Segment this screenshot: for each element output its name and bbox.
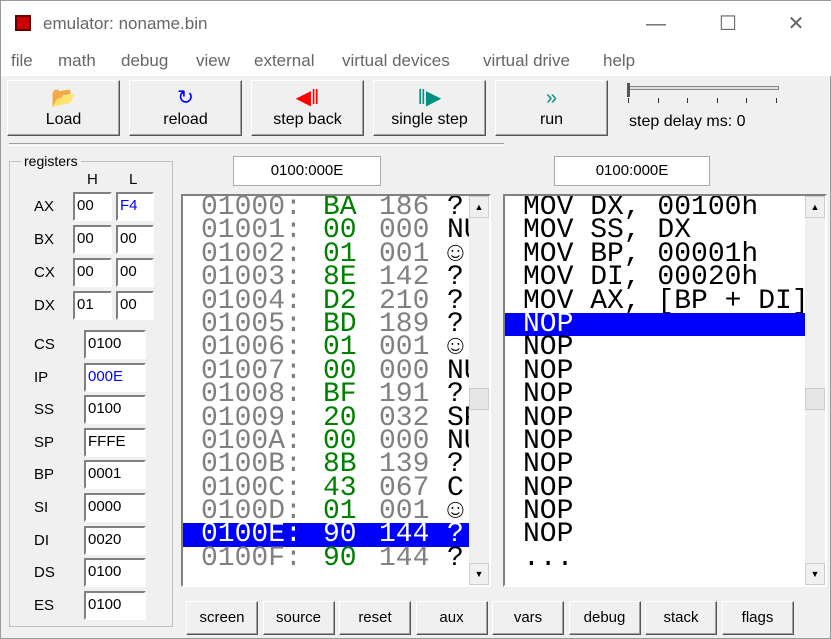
decimal-value: 144 <box>379 542 430 574</box>
memory-scrollbar[interactable]: ▲ ▼ <box>469 196 489 585</box>
menu-virtual-devices[interactable]: virtual devices <box>342 51 450 71</box>
disasm-scrollbar[interactable]: ▲ ▼ <box>805 196 825 585</box>
bp-field[interactable]: 0001 <box>84 460 146 490</box>
hex-value: 90 <box>323 542 357 574</box>
register-label-di: DI <box>34 531 49 549</box>
bottom-stack-button[interactable]: stack <box>645 601 717 635</box>
scroll-down-icon[interactable]: ▼ <box>805 563 825 585</box>
bottom-aux-button[interactable]: aux <box>415 601 488 635</box>
window-title: emulator: noname.bin <box>43 14 208 33</box>
close-button[interactable]: ✕ <box>776 9 816 39</box>
reload-icon: ↻ <box>177 87 194 109</box>
single-step-label: single step <box>391 111 468 128</box>
run-label: run <box>539 111 564 128</box>
register-label-bx: BX <box>34 231 55 248</box>
bottom-debug-button[interactable]: debug <box>568 601 641 635</box>
single-step-icon: ‖▶ <box>417 87 442 109</box>
scroll-up-icon[interactable]: ▲ <box>469 196 489 218</box>
register-label-bp: BP <box>34 466 55 484</box>
single-step-button[interactable]: ‖▶ single step <box>373 80 486 136</box>
menu-math[interactable]: math <box>58 51 96 71</box>
menu-external[interactable]: external <box>254 51 314 71</box>
step-back-label: step back <box>273 111 342 128</box>
bottom-source-button[interactable]: source <box>262 601 335 635</box>
sp-field[interactable]: FFFE <box>84 427 146 457</box>
low-byte-label: L <box>129 171 138 188</box>
si-field[interactable]: 0000 <box>84 493 146 522</box>
menu-help[interactable]: help <box>603 51 635 71</box>
cx-high-field[interactable]: 00 <box>73 258 112 287</box>
ds-field[interactable]: 0100 <box>84 558 146 588</box>
register-label-cs: CS <box>34 336 55 353</box>
register-label-dx: DX <box>34 297 55 314</box>
slider-tick <box>687 98 689 103</box>
register-label-si: SI <box>34 499 49 516</box>
bottom-reset-button[interactable]: reset <box>339 601 411 635</box>
scroll-thumb[interactable] <box>469 388 489 410</box>
scroll-up-icon[interactable]: ▲ <box>805 196 825 218</box>
reload-button[interactable]: ↻ reload <box>129 80 242 136</box>
reload-label: reload <box>163 111 208 128</box>
disasm-address-input[interactable]: 0100:000E <box>554 156 710 186</box>
slider-tick <box>776 98 777 103</box>
register-label-ax: AX <box>34 198 55 215</box>
bottom-vars-button[interactable]: vars <box>492 601 564 635</box>
register-label-ss: SS <box>34 401 55 419</box>
menu-debug[interactable]: debug <box>121 51 168 71</box>
step-back-button[interactable]: ◀‖ step back <box>251 80 364 136</box>
memory-row[interactable]: 0100F: 90 144? <box>183 542 489 574</box>
dx-high-field[interactable]: 01 <box>73 291 112 320</box>
step-delay-slider[interactable] <box>627 86 779 90</box>
cs-field[interactable]: 0100 <box>84 330 146 359</box>
memory-address-input[interactable]: 0100:000E <box>233 156 381 186</box>
minimize-button[interactable]: — <box>636 9 676 39</box>
es-field[interactable]: 0100 <box>84 590 146 620</box>
load-label: Load <box>45 111 82 128</box>
slider-thumb[interactable] <box>627 83 630 97</box>
registers-title: registers <box>21 153 81 169</box>
disasm-row[interactable]: ... <box>505 544 825 572</box>
menu-file[interactable]: file <box>11 51 33 71</box>
bx-high-field[interactable]: 00 <box>73 225 112 254</box>
slider-tick <box>628 98 629 103</box>
step-back-icon: ◀‖ <box>295 87 320 109</box>
ascii-char: ? <box>447 542 464 574</box>
menu-virtual-drive[interactable]: virtual drive <box>483 51 570 71</box>
bx-low-field[interactable]: 00 <box>116 225 154 254</box>
address: 0100F: <box>201 542 302 574</box>
step-delay-label: step delay ms: 0 <box>629 113 746 130</box>
register-label-ip: IP <box>34 368 49 386</box>
run-icon: » <box>545 87 558 109</box>
scroll-thumb[interactable] <box>805 388 825 410</box>
ax-low-field[interactable]: F4 <box>116 192 154 221</box>
slider-tick <box>746 98 748 103</box>
high-byte-label: H <box>87 171 98 188</box>
app-chip-icon <box>15 15 31 31</box>
register-label-cx: CX <box>34 264 55 281</box>
scroll-down-icon[interactable]: ▼ <box>469 563 489 585</box>
register-label-es: ES <box>34 596 55 614</box>
ip-field[interactable]: 000E <box>84 362 146 392</box>
run-button[interactable]: » run <box>495 80 608 136</box>
divider <box>9 143 504 146</box>
ss-field[interactable]: 0100 <box>84 395 146 425</box>
disassembly-list[interactable]: MOV DX, 00100h MOV SS, DX MOV BP, 00001h MO… <box>503 194 827 587</box>
load-button[interactable]: 📂 Load <box>7 80 120 136</box>
register-label-sp: SP <box>34 433 55 451</box>
bottom-screen-button[interactable]: screen <box>186 601 258 635</box>
slider-tick <box>716 98 718 103</box>
cx-low-field[interactable]: 00 <box>116 258 154 287</box>
memory-list[interactable]: 01000: BA 186? 01001: 00 000 NU 01002: 01 001 ☺ 010… <box>181 194 491 587</box>
menu-view[interactable]: view <box>196 51 230 71</box>
maximize-button[interactable]: ☐ <box>708 9 748 39</box>
bottom-flags-button[interactable]: flags <box>721 601 794 635</box>
di-field[interactable]: 0020 <box>84 525 146 555</box>
dx-low-field[interactable]: 00 <box>116 291 154 320</box>
open-folder-icon: 📂 <box>51 87 76 109</box>
slider-tick <box>657 98 659 103</box>
register-label-ds: DS <box>34 564 55 582</box>
ax-high-field[interactable]: 00 <box>73 192 112 221</box>
